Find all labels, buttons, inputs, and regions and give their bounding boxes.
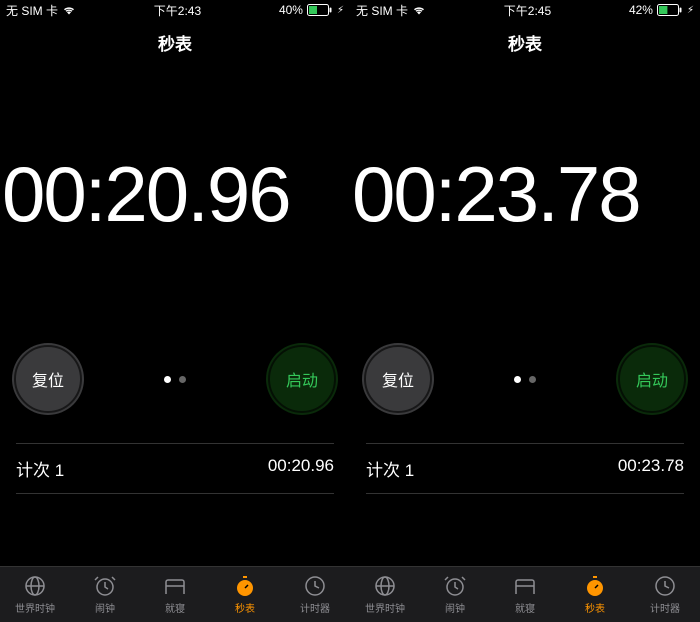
tab-stopwatch[interactable]: 秒表 [560, 567, 630, 622]
laps-list: 计次 1 00:20.96 [0, 443, 350, 494]
tab-label: 世界时钟 [365, 600, 405, 615]
alarm-icon [93, 574, 117, 598]
dot-inactive [179, 376, 186, 383]
lap-label: 计次 1 [366, 456, 414, 481]
statusbar-time: 下午2:43 [154, 2, 201, 19]
start-button[interactable]: 启动 [616, 343, 688, 415]
tab-label: 闹钟 [95, 600, 115, 615]
tab-label: 闹钟 [445, 600, 465, 615]
laps-list: 计次 1 00:23.78 [350, 443, 700, 494]
carrier-text: 无 SIM 卡 [6, 2, 58, 19]
start-button-label: 启动 [286, 367, 318, 391]
dot-active [514, 376, 521, 383]
reset-button-label: 复位 [32, 367, 64, 391]
tab-timer[interactable]: 计时器 [630, 567, 700, 622]
bolt-icon: ⚡︎ [687, 5, 694, 16]
battery-icon [657, 4, 683, 16]
tab-label: 计时器 [300, 600, 330, 615]
timer-icon [303, 574, 327, 598]
status-bar: 无 SIM 卡 下午2:45 42% ⚡︎ [350, 0, 700, 20]
lap-label: 计次 1 [16, 456, 64, 481]
tab-label: 就寝 [515, 600, 535, 615]
reset-button-label: 复位 [382, 367, 414, 391]
bolt-icon: ⚡︎ [337, 5, 344, 16]
tab-alarm[interactable]: 闹钟 [420, 567, 490, 622]
wifi-icon [62, 5, 76, 15]
stopwatch-icon [583, 574, 607, 598]
stopwatch-time: 00:23.78 [350, 155, 700, 233]
wifi-icon [412, 5, 426, 15]
tab-world-clock[interactable]: 世界时钟 [0, 567, 70, 622]
stopwatch-icon [233, 574, 257, 598]
screen-left: 无 SIM 卡 下午2:43 40% ⚡︎ 秒表 00:20.96 复位 启动 [0, 0, 350, 622]
reset-button[interactable]: 复位 [362, 343, 434, 415]
lap-time: 00:20.96 [268, 456, 334, 481]
reset-button[interactable]: 复位 [12, 343, 84, 415]
tab-world-clock[interactable]: 世界时钟 [350, 567, 420, 622]
tab-timer[interactable]: 计时器 [280, 567, 350, 622]
timer-icon [653, 574, 677, 598]
page-indicator[interactable] [164, 376, 186, 383]
tab-alarm[interactable]: 闹钟 [70, 567, 140, 622]
battery-percent: 42% [629, 3, 653, 17]
alarm-icon [443, 574, 467, 598]
tab-bar: 世界时钟 闹钟 就寝 秒表 计时器 [350, 566, 700, 622]
stopwatch-time: 00:20.96 [0, 155, 350, 233]
tab-bar: 世界时钟 闹钟 就寝 秒表 计时器 [0, 566, 350, 622]
globe-icon [373, 574, 397, 598]
lap-row: 计次 1 00:20.96 [16, 443, 334, 494]
bed-icon [163, 574, 187, 598]
tab-bedtime[interactable]: 就寝 [490, 567, 560, 622]
status-bar: 无 SIM 卡 下午2:43 40% ⚡︎ [0, 0, 350, 20]
globe-icon [23, 574, 47, 598]
page-indicator[interactable] [514, 376, 536, 383]
lap-time: 00:23.78 [618, 456, 684, 481]
battery-percent: 40% [279, 3, 303, 17]
tab-label: 秒表 [235, 600, 255, 615]
tab-bedtime[interactable]: 就寝 [140, 567, 210, 622]
battery-icon [307, 4, 333, 16]
carrier-text: 无 SIM 卡 [356, 2, 408, 19]
lap-row: 计次 1 00:23.78 [366, 443, 684, 494]
dot-active [164, 376, 171, 383]
screen-right: 无 SIM 卡 下午2:45 42% ⚡︎ 秒表 00:23.78 复位 启动 [350, 0, 700, 622]
statusbar-time: 下午2:45 [504, 2, 551, 19]
tab-stopwatch[interactable]: 秒表 [210, 567, 280, 622]
tab-label: 就寝 [165, 600, 185, 615]
bed-icon [513, 574, 537, 598]
start-button-label: 启动 [636, 367, 668, 391]
start-button[interactable]: 启动 [266, 343, 338, 415]
tab-label: 计时器 [650, 600, 680, 615]
tab-label: 世界时钟 [15, 600, 55, 615]
dot-inactive [529, 376, 536, 383]
page-title: 秒表 [0, 20, 350, 65]
page-title: 秒表 [350, 20, 700, 65]
tab-label: 秒表 [585, 600, 605, 615]
